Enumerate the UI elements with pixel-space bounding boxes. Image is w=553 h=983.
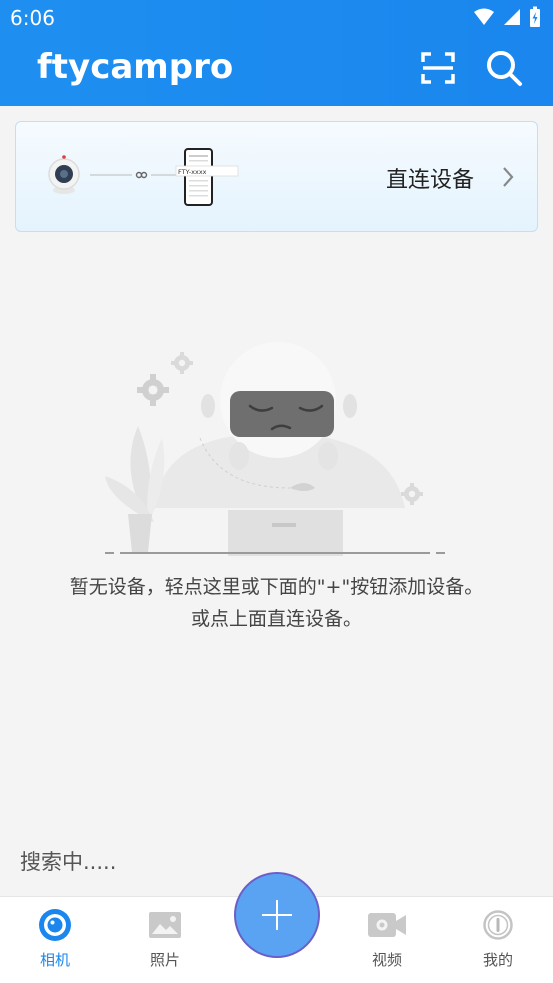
info-icon [483,910,513,940]
battery-icon [530,6,540,27]
nav-item-camera[interactable]: 相机 [0,897,110,983]
search-icon [487,51,522,86]
nav-item-mine[interactable]: 我的 [443,897,553,983]
phone-wifi-label: FTY-xxxx [178,168,207,176]
signal-icon [504,9,520,25]
nav-label: 视频 [371,951,402,969]
app-bar: 6:06 ftycampro [0,0,553,106]
scan-icon [421,52,455,84]
direct-connect-card[interactable]: FTY-xxxx 直连设备 [15,121,538,232]
nav-label: 我的 [482,951,513,969]
camera-to-phone-illustration: FTY-xxxx [48,148,239,206]
gear-icon [137,374,169,406]
empty-state-message: 暂无设备，轻点这里或下面的"+"按钮添加设备。 [69,576,484,598]
app-title: ftycampro [37,47,234,87]
scan-button[interactable] [418,48,458,88]
direct-connect-label: 直连设备 [386,168,475,193]
nav-item-photos[interactable]: 照片 [110,897,220,983]
nav-label: 照片 [149,951,180,969]
nav-item-videos[interactable]: 视频 [332,897,442,983]
gear-icon [171,352,193,374]
search-button[interactable] [484,48,524,88]
wifi-icon [474,8,494,25]
search-status: 搜索中..... [20,850,117,874]
add-device-button[interactable] [234,872,320,958]
chevron-right-icon [503,167,514,187]
empty-state-hint: 或点上面直连设备。 [190,608,362,630]
status-icons [473,6,541,28]
status-time: 6:06 [10,6,55,30]
nav-label: 相机 [39,951,70,969]
empty-robot-illustration[interactable] [100,338,450,563]
plus-icon [262,900,292,930]
video-icon [368,913,406,937]
camera-icon [39,909,71,941]
gear-icon [401,483,423,505]
photo-icon [149,912,181,938]
